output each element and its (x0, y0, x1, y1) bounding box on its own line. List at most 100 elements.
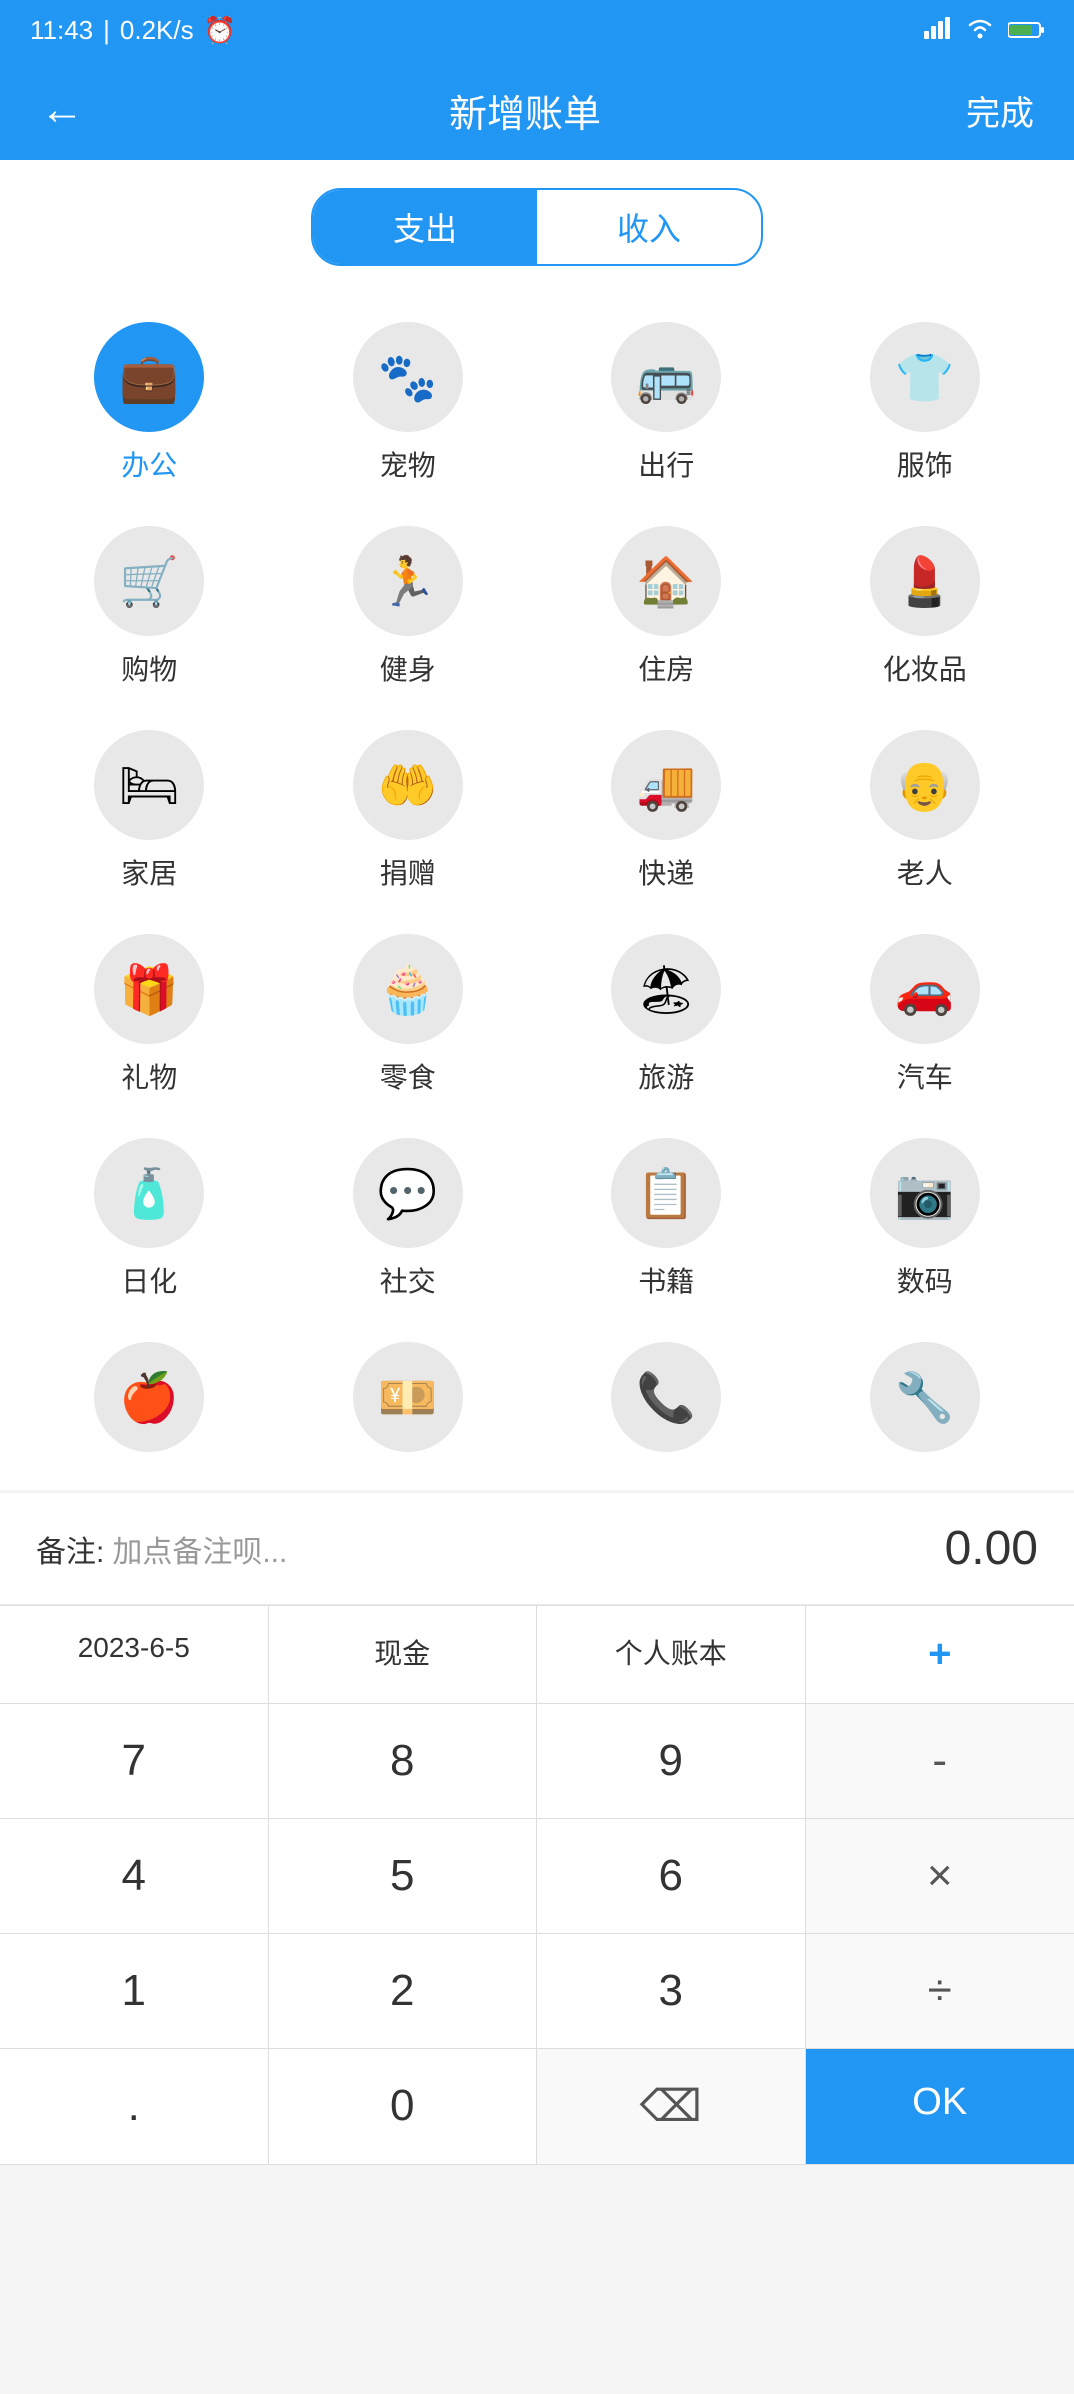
category-label-snack: 零食 (380, 1056, 436, 1096)
category-label-travel: 出行 (638, 444, 694, 484)
category-item-books[interactable]: 📋 书籍 (537, 1122, 796, 1316)
category-icon-home: 🛏 (94, 730, 204, 840)
category-icon-shopping: 🛒 (94, 526, 204, 636)
category-item-snack[interactable]: 🧁 零食 (279, 918, 538, 1112)
calc-operator-1[interactable]: × (806, 1819, 1074, 1933)
calc-key-5[interactable]: 5 (269, 1819, 538, 1933)
category-icon-car: 🚗 (870, 934, 980, 1044)
category-label-social: 社交 (380, 1260, 436, 1300)
category-icon-daily: 🧴 (94, 1138, 204, 1248)
calc-key-7[interactable]: 7 (0, 1704, 269, 1818)
done-button[interactable]: 完成 (966, 86, 1034, 135)
category-item-social[interactable]: 💬社交 (279, 1122, 538, 1316)
signal-icon (924, 15, 952, 46)
calc-meta-cell-1[interactable]: 现金 (269, 1606, 538, 1703)
category-item-home[interactable]: 🛏 家居 (20, 714, 279, 908)
category-item-phone[interactable]: 📞 (537, 1326, 796, 1480)
category-item-gift[interactable]: 🎁 礼物 (20, 918, 279, 1112)
category-icon-food: 🍎 (94, 1342, 204, 1452)
category-label-home: 家居 (121, 852, 177, 892)
backspace-button[interactable]: ⌫ (537, 2049, 806, 2164)
category-icon-pet: 🐾 (353, 322, 463, 432)
category-label-shopping: 购物 (121, 648, 177, 688)
category-item-travel[interactable]: 🚌出行 (537, 306, 796, 500)
category-label-express: 快递 (638, 852, 694, 892)
category-label-gift: 礼物 (121, 1056, 177, 1096)
calc-key-9[interactable]: 9 (537, 1704, 806, 1818)
category-item-housing[interactable]: 🏠住房 (537, 510, 796, 704)
category-item-pet[interactable]: 🐾 宠物 (279, 306, 538, 500)
category-label-office: 办公 (121, 444, 177, 484)
calc-key-6[interactable]: 6 (537, 1819, 806, 1933)
category-item-daily[interactable]: 🧴日化 (20, 1122, 279, 1316)
category-label-fitness: 健身 (380, 648, 436, 688)
category-item-donation[interactable]: 🤲捐赠 (279, 714, 538, 908)
calc-key-4[interactable]: 4 (0, 1819, 269, 1933)
category-item-elderly[interactable]: 👴 老人 (796, 714, 1055, 908)
category-item-tourism[interactable]: 🏖 旅游 (537, 918, 796, 1112)
category-item-express[interactable]: 🚚快递 (537, 714, 796, 908)
network-speed: | (103, 15, 110, 46)
calc-operator-2[interactable]: ÷ (806, 1934, 1074, 2048)
category-icon-tourism: 🏖 (611, 934, 721, 1044)
category-item-food[interactable]: 🍎 (20, 1326, 279, 1480)
category-icon-elderly: 👴 (870, 730, 980, 840)
calc-row-3: .0⌫OK (0, 2049, 1074, 2165)
calc-key-0[interactable]: 0 (269, 2049, 538, 2164)
calculator: 2023-6-5现金个人账本+ 789-456×123÷.0⌫OK (0, 1605, 1074, 2165)
category-label-elderly: 老人 (897, 852, 953, 892)
category-icon-books: 📋 (611, 1138, 721, 1248)
back-button[interactable]: ← (40, 85, 84, 135)
calc-key-.[interactable]: . (0, 2049, 269, 2164)
category-item-finance[interactable]: 💴 (279, 1326, 538, 1480)
category-item-car[interactable]: 🚗汽车 (796, 918, 1055, 1112)
category-grid: 💼 办公 🐾 宠物 🚌出行👕服饰 🛒 购物 🏃 健身 🏠住房💄化妆品 🛏 家居 🤲捐赠🚚快递 👴 老人 🎁 礼物… (0, 286, 1074, 1490)
note-section: 备注: 加点备注呗... (36, 1527, 287, 1571)
calc-meta-cell-0[interactable]: 2023-6-5 (0, 1606, 269, 1703)
note-placeholder[interactable]: 加点备注呗... (112, 1527, 287, 1571)
category-icon-fitness: 🏃 (353, 526, 463, 636)
calc-key-1[interactable]: 1 (0, 1934, 269, 2048)
calc-row-0: 789- (0, 1704, 1074, 1819)
page-title: 新增账单 (449, 83, 601, 138)
calc-row-2: 123÷ (0, 1934, 1074, 2049)
wifi-icon (966, 15, 994, 46)
category-icon-housing: 🏠 (611, 526, 721, 636)
category-label-pet: 宠物 (380, 444, 436, 484)
status-left: 11:43 | 0.2K/s ⏰ (30, 15, 236, 46)
time-display: 11:43 (30, 15, 93, 46)
calc-meta-cell-2[interactable]: 个人账本 (537, 1606, 806, 1703)
category-icon-digital: 📷 (870, 1138, 980, 1248)
category-icon-clothing: 👕 (870, 322, 980, 432)
category-icon-phone: 📞 (611, 1342, 721, 1452)
calc-key-3[interactable]: 3 (537, 1934, 806, 2048)
calc-key-8[interactable]: 8 (269, 1704, 538, 1818)
category-icon-gift: 🎁 (94, 934, 204, 1044)
calc-row-1: 456× (0, 1819, 1074, 1934)
category-item-fitness[interactable]: 🏃 健身 (279, 510, 538, 704)
status-bar: 11:43 | 0.2K/s ⏰ (0, 0, 1074, 60)
category-icon-snack: 🧁 (353, 934, 463, 1044)
category-icon-donation: 🤲 (353, 730, 463, 840)
calc-operator-0[interactable]: - (806, 1704, 1074, 1818)
category-icon-tools: 🔧 (870, 1342, 980, 1452)
status-right (924, 15, 1044, 46)
category-item-office[interactable]: 💼 办公 (20, 306, 279, 500)
tab-income[interactable]: 收入 (537, 190, 761, 264)
network-speed-value: 0.2K/s (120, 15, 194, 46)
note-label: 备注: (36, 1527, 104, 1571)
tab-toggle-section: 支出 收入 (0, 160, 1074, 286)
category-item-shopping[interactable]: 🛒 购物 (20, 510, 279, 704)
category-label-digital: 数码 (897, 1260, 953, 1300)
category-icon-office: 💼 (94, 322, 204, 432)
category-item-tools[interactable]: 🔧 (796, 1326, 1055, 1480)
category-item-digital[interactable]: 📷 数码 (796, 1122, 1055, 1316)
ok-button[interactable]: OK (806, 2049, 1074, 2164)
category-item-cosmetics[interactable]: 💄化妆品 (796, 510, 1055, 704)
calc-meta-cell-3[interactable]: + (806, 1606, 1074, 1703)
category-label-books: 书籍 (638, 1260, 694, 1300)
calc-key-2[interactable]: 2 (269, 1934, 538, 2048)
category-label-tourism: 旅游 (638, 1056, 694, 1096)
category-item-clothing[interactable]: 👕服饰 (796, 306, 1055, 500)
tab-expense[interactable]: 支出 (313, 190, 537, 264)
